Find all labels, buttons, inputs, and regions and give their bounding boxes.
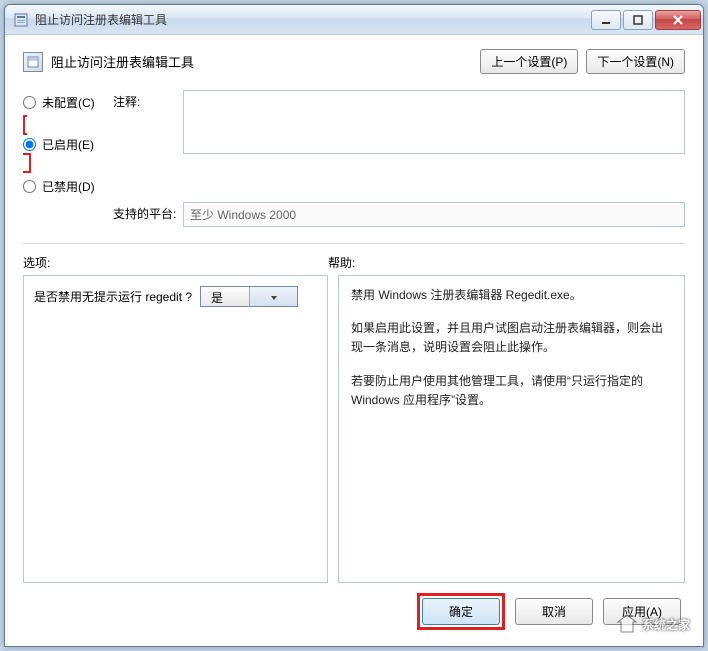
nav-buttons: 上一个设置(P) 下一个设置(N) bbox=[480, 49, 685, 74]
policy-title: 阻止访问注册表编辑工具 bbox=[51, 52, 480, 71]
help-paragraph-2: 如果启用此设置，并且用户试图启动注册表编辑器，则会出现一条消息，说明设置会阻止此… bbox=[351, 319, 672, 357]
option-question: 是否禁用无提示运行 regedit ? bbox=[34, 288, 192, 305]
maximize-button[interactable] bbox=[623, 10, 653, 30]
close-button[interactable] bbox=[655, 10, 701, 30]
help-label: 帮助: bbox=[328, 254, 685, 271]
titlebar[interactable]: 阻止访问注册表编辑工具 bbox=[5, 5, 703, 35]
help-paragraph-3: 若要防止用户使用其他管理工具，请使用“只运行指定的 Windows 应用程序”设… bbox=[351, 372, 672, 410]
radio-disabled[interactable]: 已禁用(D) bbox=[23, 174, 113, 198]
dialog-footer: 确定 取消 应用(A) bbox=[23, 583, 685, 636]
prev-setting-button[interactable]: 上一个设置(P) bbox=[480, 49, 578, 74]
radio-disabled-label: 已禁用(D) bbox=[42, 178, 95, 195]
comment-textarea[interactable] bbox=[183, 90, 685, 154]
app-icon bbox=[13, 12, 29, 28]
radio-not-configured-label: 未配置(C) bbox=[42, 94, 95, 111]
policy-icon bbox=[23, 52, 43, 72]
separator bbox=[23, 243, 685, 244]
next-setting-button[interactable]: 下一个设置(N) bbox=[586, 49, 685, 74]
comment-label: 注释: bbox=[113, 90, 183, 110]
option-combobox-value: 是 bbox=[201, 287, 249, 306]
cancel-button[interactable]: 取消 bbox=[515, 598, 593, 625]
chevron-down-icon bbox=[249, 287, 297, 306]
minimize-button[interactable] bbox=[591, 10, 621, 30]
radio-not-configured[interactable]: 未配置(C) bbox=[23, 90, 113, 114]
panels-row: 是否禁用无提示运行 regedit ? 是 禁用 Windows 注册表编辑器 … bbox=[23, 275, 685, 583]
dialog-content: 阻止访问注册表编辑工具 上一个设置(P) 下一个设置(N) 未配置(C) 已启用… bbox=[5, 35, 703, 646]
option-line: 是否禁用无提示运行 regedit ? 是 bbox=[34, 286, 317, 307]
apply-button[interactable]: 应用(A) bbox=[603, 598, 681, 625]
panel-labels: 选项: 帮助: bbox=[23, 254, 685, 271]
radio-disabled-input[interactable] bbox=[23, 180, 36, 193]
platform-label: 支持的平台: bbox=[113, 202, 183, 222]
options-label: 选项: bbox=[23, 254, 328, 271]
radio-not-configured-input[interactable] bbox=[23, 96, 36, 109]
options-panel: 是否禁用无提示运行 regedit ? 是 bbox=[23, 275, 328, 583]
radio-enabled[interactable]: 已启用(E) bbox=[23, 132, 113, 156]
header-row: 阻止访问注册表编辑工具 上一个设置(P) 下一个设置(N) bbox=[23, 49, 685, 74]
policy-dialog-window: 阻止访问注册表编辑工具 阻止访问注册表编辑工具 上一个设置(P) 下一个设置(N… bbox=[4, 4, 704, 647]
help-panel: 禁用 Windows 注册表编辑器 Regedit.exe。 如果启用此设置，并… bbox=[338, 275, 685, 583]
option-combobox[interactable]: 是 bbox=[200, 286, 298, 307]
help-paragraph-1: 禁用 Windows 注册表编辑器 Regedit.exe。 bbox=[351, 286, 672, 305]
highlight-ok: 确定 bbox=[417, 593, 505, 630]
window-title: 阻止访问注册表编辑工具 bbox=[35, 11, 589, 28]
window-controls bbox=[589, 10, 701, 30]
radio-enabled-input[interactable] bbox=[23, 138, 36, 151]
radio-enabled-label: 已启用(E) bbox=[42, 136, 94, 153]
platform-value: 至少 Windows 2000 bbox=[183, 202, 685, 227]
highlight-enabled: 已启用(E) bbox=[23, 115, 113, 173]
config-grid: 未配置(C) 已启用(E) 已禁用(D) 注释: 支持的平台: 至少 Windo… bbox=[23, 90, 685, 227]
ok-button[interactable]: 确定 bbox=[422, 598, 500, 625]
